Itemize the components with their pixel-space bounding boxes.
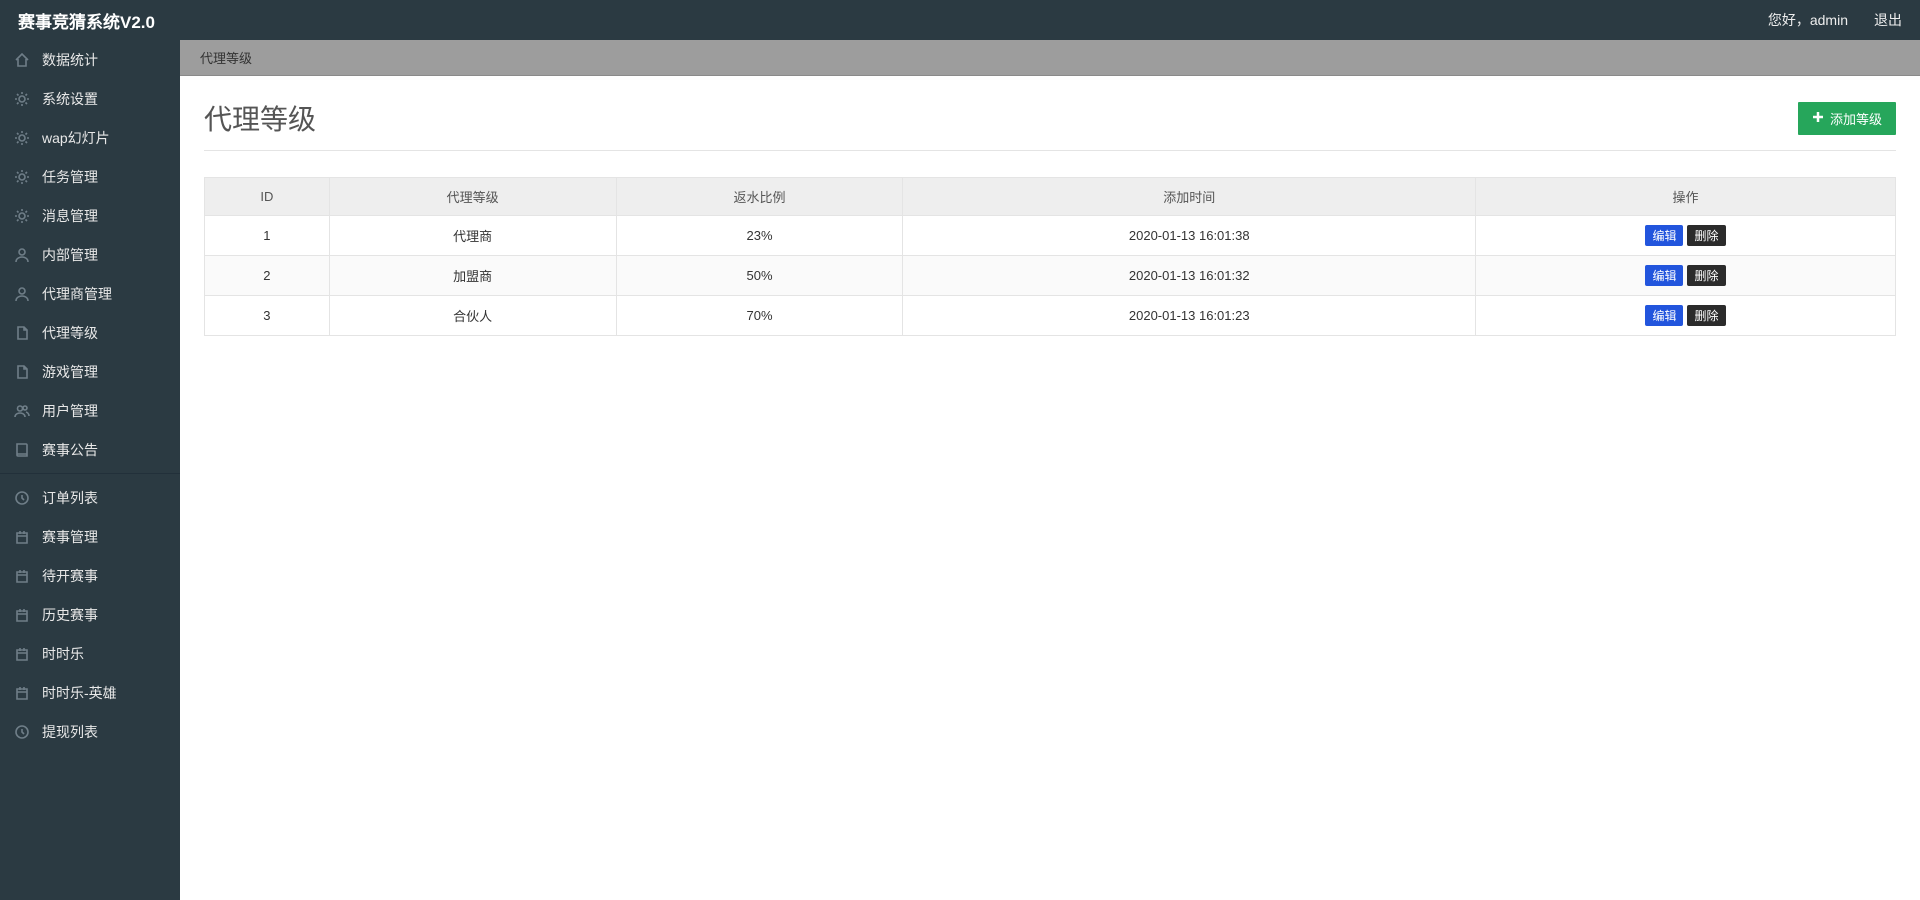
cell-id: 1 (205, 216, 330, 256)
delete-button[interactable]: 删除 (1687, 265, 1725, 286)
app-title: 赛事竞猜系统V2.0 (18, 8, 155, 33)
sidebar-item-系统设置[interactable]: 系统设置 (0, 79, 180, 118)
content: 代理等级 代理等级 添加等级 ID代理等级返水比例添加时间操作 1代理商23%2… (180, 40, 1920, 900)
table-header: 返水比例 (616, 178, 903, 216)
page-title: 代理等级 (204, 98, 316, 138)
table-header: 操作 (1475, 178, 1895, 216)
sidebar-item-label: 提现列表 (42, 722, 98, 742)
username: admin (1810, 12, 1848, 28)
clock-icon (14, 490, 30, 506)
home-icon (14, 52, 30, 68)
sidebar-item-订单列表[interactable]: 订单列表 (0, 478, 180, 517)
doc-icon (14, 364, 30, 380)
cell-time: 2020-01-13 16:01:23 (903, 296, 1476, 336)
users-icon (14, 403, 30, 419)
topbar-right: 您好，admin 退出 (1768, 10, 1902, 30)
edit-button[interactable]: 编辑 (1645, 225, 1683, 246)
add-level-button[interactable]: 添加等级 (1798, 102, 1896, 135)
plus-icon (1812, 111, 1824, 126)
cell-actions: 编辑删除 (1475, 216, 1895, 256)
doc-icon (14, 325, 30, 341)
sidebar-item-时时乐-英雄[interactable]: 时时乐-英雄 (0, 673, 180, 712)
sidebar-item-提现列表[interactable]: 提现列表 (0, 712, 180, 751)
sidebar: 数据统计系统设置 wap幻灯片任务管理消息管理内部管理代理商管理代理等级游戏管理用… (0, 40, 180, 900)
sidebar-item-label: 游戏管理 (42, 362, 98, 382)
cell-id: 3 (205, 296, 330, 336)
cal-icon (14, 568, 30, 584)
cell-rate: 23% (616, 216, 903, 256)
breadcrumb-current: 代理等级 (200, 48, 252, 67)
level-table: ID代理等级返水比例添加时间操作 1代理商23%2020-01-13 16:01… (204, 177, 1896, 336)
cal-icon (14, 685, 30, 701)
edit-button[interactable]: 编辑 (1645, 305, 1683, 326)
sidebar-item-待开赛事[interactable]: 待开赛事 (0, 556, 180, 595)
sidebar-item-任务管理[interactable]: 任务管理 (0, 157, 180, 196)
table-row: 3合伙人70%2020-01-13 16:01:23编辑删除 (205, 296, 1896, 336)
sidebar-item-时时乐[interactable]: 时时乐 (0, 634, 180, 673)
cell-level: 合伙人 (329, 296, 616, 336)
sidebar-item-label: 赛事管理 (42, 527, 98, 547)
table-row: 2加盟商50%2020-01-13 16:01:32编辑删除 (205, 256, 1896, 296)
sidebar-item-label: 代理等级 (42, 323, 98, 343)
table-row: 1代理商23%2020-01-13 16:01:38编辑删除 (205, 216, 1896, 256)
topbar: 赛事竞猜系统V2.0 您好，admin 退出 (0, 0, 1920, 40)
cell-rate: 70% (616, 296, 903, 336)
book-icon (14, 442, 30, 458)
sidebar-item-赛事管理[interactable]: 赛事管理 (0, 517, 180, 556)
user-icon (14, 286, 30, 302)
delete-button[interactable]: 删除 (1687, 225, 1725, 246)
sidebar-item-label: 时时乐 (42, 644, 84, 664)
gear-icon (14, 208, 30, 224)
sidebar-item-label: 赛事公告 (42, 440, 98, 460)
gear-icon (14, 169, 30, 185)
greeting: 您好，admin (1768, 10, 1848, 30)
cell-level: 代理商 (329, 216, 616, 256)
cell-rate: 50% (616, 256, 903, 296)
sidebar-item-label: 数据统计 (42, 50, 98, 70)
sidebar-item-数据统计[interactable]: 数据统计 (0, 40, 180, 79)
cal-icon (14, 607, 30, 623)
user-icon (14, 247, 30, 263)
clock-icon (14, 724, 30, 740)
sidebar-item-label: 代理商管理 (42, 284, 112, 304)
sidebar-item-wap幻灯片[interactable]: wap幻灯片 (0, 118, 180, 157)
sidebar-item-label: 内部管理 (42, 245, 98, 265)
table-header: 添加时间 (903, 178, 1476, 216)
cell-time: 2020-01-13 16:01:32 (903, 256, 1476, 296)
sidebar-item-label: 订单列表 (42, 488, 98, 508)
gear-icon (14, 130, 30, 146)
breadcrumb: 代理等级 (180, 40, 1920, 76)
cell-id: 2 (205, 256, 330, 296)
cal-icon (14, 529, 30, 545)
sidebar-item-label: 历史赛事 (42, 605, 98, 625)
sidebar-separator (0, 473, 180, 474)
sidebar-item-label: 任务管理 (42, 167, 98, 187)
logout-link[interactable]: 退出 (1874, 10, 1902, 30)
edit-button[interactable]: 编辑 (1645, 265, 1683, 286)
sidebar-item-label: 时时乐-英雄 (42, 683, 117, 703)
sidebar-item-label: 消息管理 (42, 206, 98, 226)
sidebar-item-用户管理[interactable]: 用户管理 (0, 391, 180, 430)
cell-time: 2020-01-13 16:01:38 (903, 216, 1476, 256)
sidebar-item-label: 系统设置 (42, 89, 98, 109)
sidebar-item-label: 待开赛事 (42, 566, 98, 586)
cell-actions: 编辑删除 (1475, 256, 1895, 296)
gear-icon (14, 91, 30, 107)
sidebar-item-内部管理[interactable]: 内部管理 (0, 235, 180, 274)
cell-level: 加盟商 (329, 256, 616, 296)
sidebar-item-代理商管理[interactable]: 代理商管理 (0, 274, 180, 313)
cal-icon (14, 646, 30, 662)
cell-actions: 编辑删除 (1475, 296, 1895, 336)
divider (204, 150, 1896, 151)
table-header: ID (205, 178, 330, 216)
sidebar-item-代理等级[interactable]: 代理等级 (0, 313, 180, 352)
sidebar-item-消息管理[interactable]: 消息管理 (0, 196, 180, 235)
sidebar-item-游戏管理[interactable]: 游戏管理 (0, 352, 180, 391)
sidebar-item-label: 用户管理 (42, 401, 98, 421)
table-header: 代理等级 (329, 178, 616, 216)
sidebar-item-label: wap幻灯片 (42, 128, 110, 148)
delete-button[interactable]: 删除 (1687, 305, 1725, 326)
sidebar-item-赛事公告[interactable]: 赛事公告 (0, 430, 180, 469)
sidebar-item-历史赛事[interactable]: 历史赛事 (0, 595, 180, 634)
